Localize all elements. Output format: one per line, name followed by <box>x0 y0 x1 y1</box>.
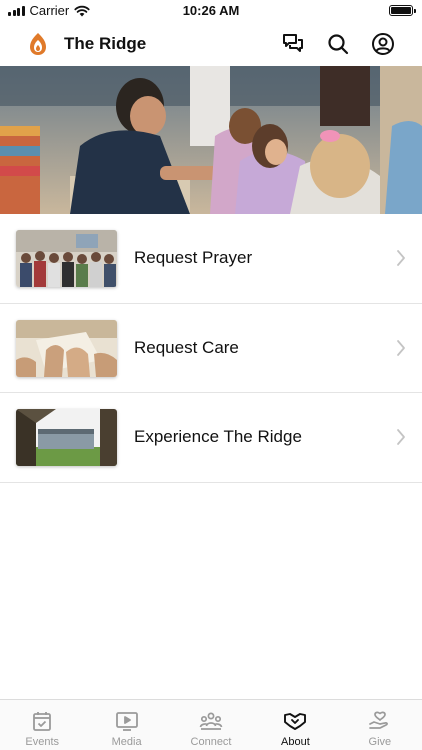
praying-hands-photo <box>16 319 117 377</box>
list-item-request-prayer[interactable]: Request Prayer <box>0 214 422 304</box>
chevron-right-icon <box>397 339 405 356</box>
handshake-icon <box>284 713 307 730</box>
prayer-group-photo <box>16 230 117 287</box>
tab-label: Connect <box>190 736 232 748</box>
menu-list: Request Prayer Request Care Experience T… <box>0 214 422 483</box>
tab-about[interactable]: About <box>253 700 337 750</box>
tab-give[interactable]: Give <box>338 700 422 750</box>
profile-icon[interactable] <box>371 32 395 56</box>
church-logo-icon <box>30 33 46 55</box>
battery-icon <box>389 5 416 16</box>
list-item-label: Request Prayer <box>134 248 253 267</box>
tab-label: Events <box>25 736 60 748</box>
list-item-label: Experience The Ridge <box>134 427 302 446</box>
tab-media[interactable]: Media <box>84 700 168 750</box>
tab-events[interactable]: Events <box>0 700 84 750</box>
tab-bar: Events Media Connect About Give <box>0 699 422 750</box>
hero-photo <box>0 66 422 214</box>
chevron-right-icon <box>397 429 405 445</box>
search-icon[interactable] <box>326 32 350 56</box>
tab-connect[interactable]: Connect <box>169 700 253 750</box>
group-icon <box>199 712 223 730</box>
calendar-icon <box>33 712 52 731</box>
tab-label: Media <box>111 736 142 748</box>
chat-icon[interactable] <box>281 32 305 56</box>
chevron-right-icon <box>397 250 405 266</box>
nav-bar: The Ridge <box>0 22 422 66</box>
status-bar: Carrier 10:26 AM <box>0 0 422 22</box>
tab-label: Give <box>368 736 392 748</box>
tv-play-icon <box>115 712 138 731</box>
list-item-request-care[interactable]: Request Care <box>0 304 422 393</box>
hero-image <box>0 66 422 214</box>
list-item-label: Request Care <box>134 337 239 357</box>
list-item-experience-the-ridge[interactable]: Experience The Ridge <box>0 393 422 483</box>
tab-label: About <box>281 736 310 748</box>
giving-hand-icon <box>368 711 388 729</box>
status-time: 10:26 AM <box>182 3 240 18</box>
church-building-photo <box>16 409 117 466</box>
app-title: The Ridge <box>64 34 147 53</box>
